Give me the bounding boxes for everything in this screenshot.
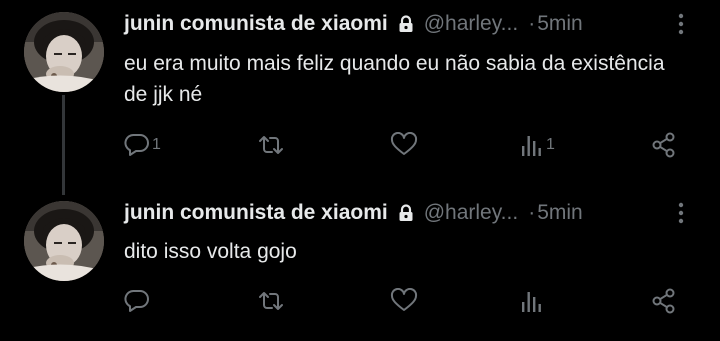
tweet-actions: 1 1 [124,131,692,159]
views-chart-icon [522,136,541,156]
more-options-icon[interactable] [674,12,688,36]
like-button[interactable] [390,287,418,315]
profile-photo-icon [24,12,104,92]
avatar[interactable] [24,12,104,92]
share-icon [652,132,675,158]
heart-icon [390,288,418,311]
views-count: 1 [546,136,555,153]
tweet-text: dito isso volta gojo [124,240,297,263]
profile-photo-icon [24,201,104,281]
tweet-actions [124,287,692,315]
lock-icon [398,204,414,222]
timestamp[interactable]: 5min [537,201,583,225]
views-button[interactable]: 1 [520,131,555,159]
share-button[interactable] [651,131,677,159]
heart-icon [390,132,418,155]
author-name[interactable]: junin comunista de xiaomi [124,201,388,225]
retweet-button[interactable] [257,287,285,315]
views-button[interactable] [520,287,546,315]
reply-icon [124,134,149,156]
retweet-icon [259,136,283,154]
retweet-icon [259,292,283,310]
avatar[interactable] [24,201,104,281]
separator-dot: · [528,12,536,35]
author-handle[interactable]: @harley... [424,201,518,225]
reply-button[interactable]: 1 [124,131,161,159]
timestamp[interactable]: 5min [537,12,583,36]
like-button[interactable] [390,131,418,159]
reply-button[interactable] [124,287,152,315]
tweet[interactable]: junin comunista de xiaomi @harley... · 5… [0,0,720,195]
separator-dot: · [528,201,536,224]
tweet[interactable]: junin comunista de xiaomi @harley... · 5… [0,195,720,341]
more-options-icon[interactable] [674,201,688,225]
tweet-header: junin comunista de xiaomi @harley... · 5… [124,199,720,227]
author-name[interactable]: junin comunista de xiaomi [124,12,388,36]
lock-icon [398,15,414,33]
author-handle[interactable]: @harley... [424,12,518,36]
share-button[interactable] [651,287,677,315]
tweet-header: junin comunista de xiaomi @harley... · 5… [124,10,720,38]
retweet-button[interactable] [257,131,285,159]
reply-count: 1 [152,136,161,153]
share-icon [652,288,675,314]
views-chart-icon [522,292,541,312]
tweet-text: eu era muito mais feliz quando eu não sa… [124,52,665,106]
reply-icon [124,290,149,312]
